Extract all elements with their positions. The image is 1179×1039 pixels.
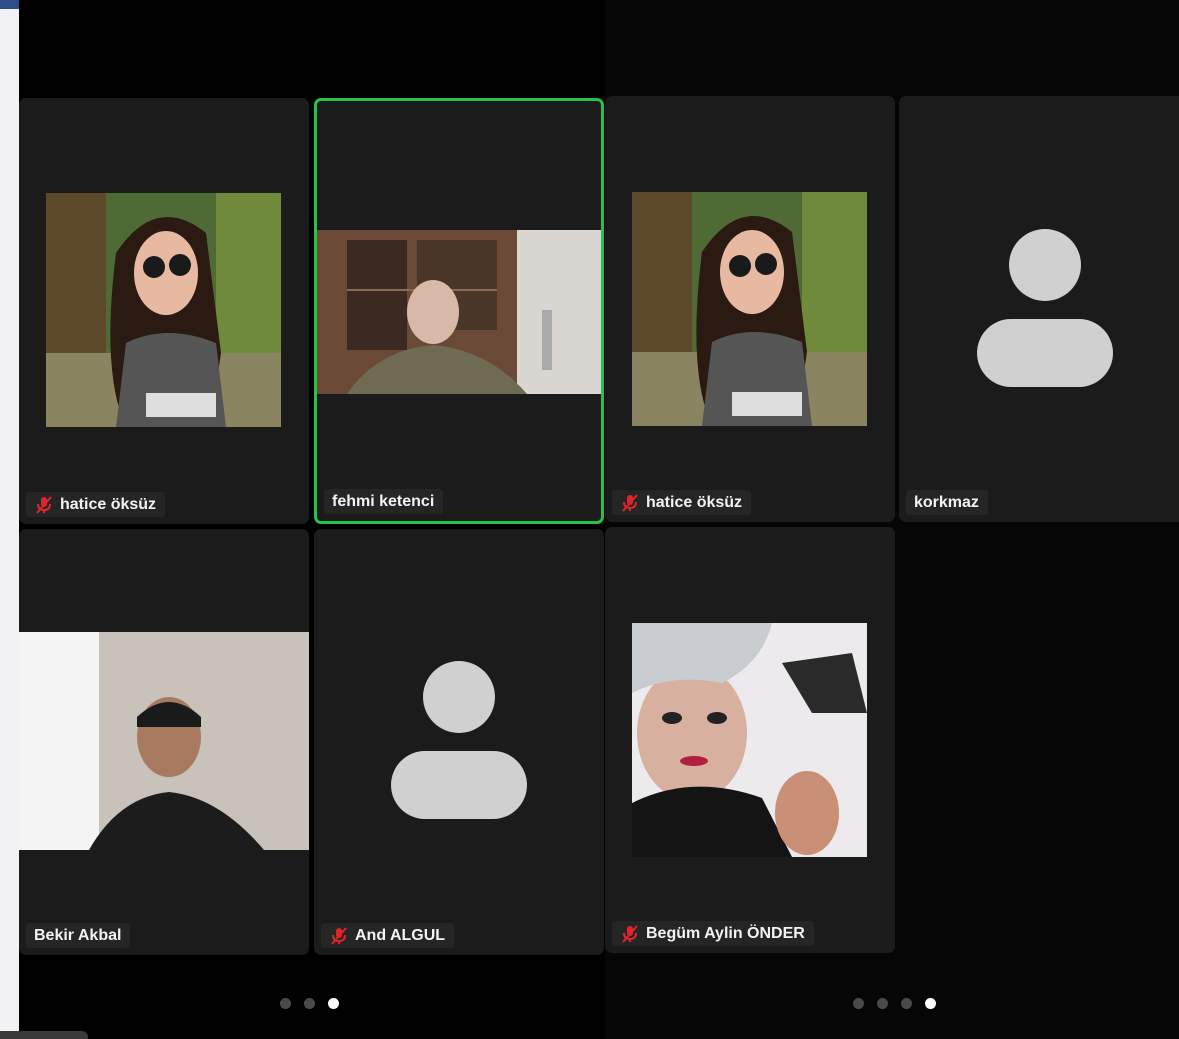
participant-name: korkmaz — [914, 494, 979, 511]
video-tile-hatice-oksuz[interactable]: hatice öksüz — [19, 98, 309, 524]
participant-name-tag: hatice öksüz — [26, 492, 166, 517]
page-dot[interactable] — [877, 998, 888, 1009]
gallery-view-right: hatice öksüz korkmaz Begüm Aylin ÖNDER — [605, 0, 1179, 1039]
participant-name-tag: fehmi ketenci — [324, 489, 444, 514]
participant-name: And ALGUL — [355, 927, 446, 944]
page-dot[interactable] — [280, 998, 291, 1009]
page-dot-current[interactable] — [925, 998, 936, 1009]
page-indicator — [280, 998, 339, 1009]
participant-name: hatice öksüz — [646, 494, 743, 511]
participant-name-tag: And ALGUL — [321, 923, 455, 948]
video-tile-bekir-akbal[interactable]: Bekir Akbal — [19, 529, 309, 955]
page-dot[interactable] — [304, 998, 315, 1009]
user-avatar-icon — [391, 661, 527, 821]
participant-name-tag: korkmaz — [906, 490, 988, 515]
video-tile-begum-aylin-onder[interactable]: Begüm Aylin ÖNDER — [605, 527, 895, 953]
participant-name: fehmi ketenci — [332, 493, 435, 510]
participant-name-tag: hatice öksüz — [612, 490, 752, 515]
gallery-view-left: hatice öksüz fehmi ketenci Bekir Akbal A… — [19, 0, 605, 1039]
user-avatar-icon — [977, 229, 1113, 387]
mic-off-icon — [620, 924, 640, 944]
participant-video — [19, 632, 309, 850]
page-dot[interactable] — [853, 998, 864, 1009]
participant-name-tag: Bekir Akbal — [26, 923, 131, 948]
mic-off-icon — [34, 495, 54, 515]
video-tile-korkmaz[interactable]: korkmaz — [899, 96, 1179, 522]
window-bottom-edge — [0, 1031, 88, 1039]
participant-video — [317, 230, 601, 394]
page-dot[interactable] — [901, 998, 912, 1009]
participant-photo — [46, 193, 281, 427]
video-tile-and-algul[interactable]: And ALGUL — [314, 529, 604, 955]
video-tile-hatice-oksuz[interactable]: hatice öksüz — [605, 96, 895, 522]
mic-off-icon — [620, 493, 640, 513]
participant-name: hatice öksüz — [60, 496, 157, 513]
participant-name: Begüm Aylin ÖNDER — [646, 925, 805, 942]
participant-photo — [632, 192, 867, 426]
page-dot-current[interactable] — [328, 998, 339, 1009]
page-indicator — [853, 998, 936, 1009]
left-window-edge — [0, 0, 19, 1039]
participant-name-tag: Begüm Aylin ÖNDER — [612, 921, 814, 946]
participant-photo — [632, 623, 867, 857]
window-accent — [0, 0, 19, 9]
participant-name: Bekir Akbal — [34, 927, 122, 944]
mic-off-icon — [329, 926, 349, 946]
video-tile-fehmi-ketenci[interactable]: fehmi ketenci — [314, 98, 604, 524]
